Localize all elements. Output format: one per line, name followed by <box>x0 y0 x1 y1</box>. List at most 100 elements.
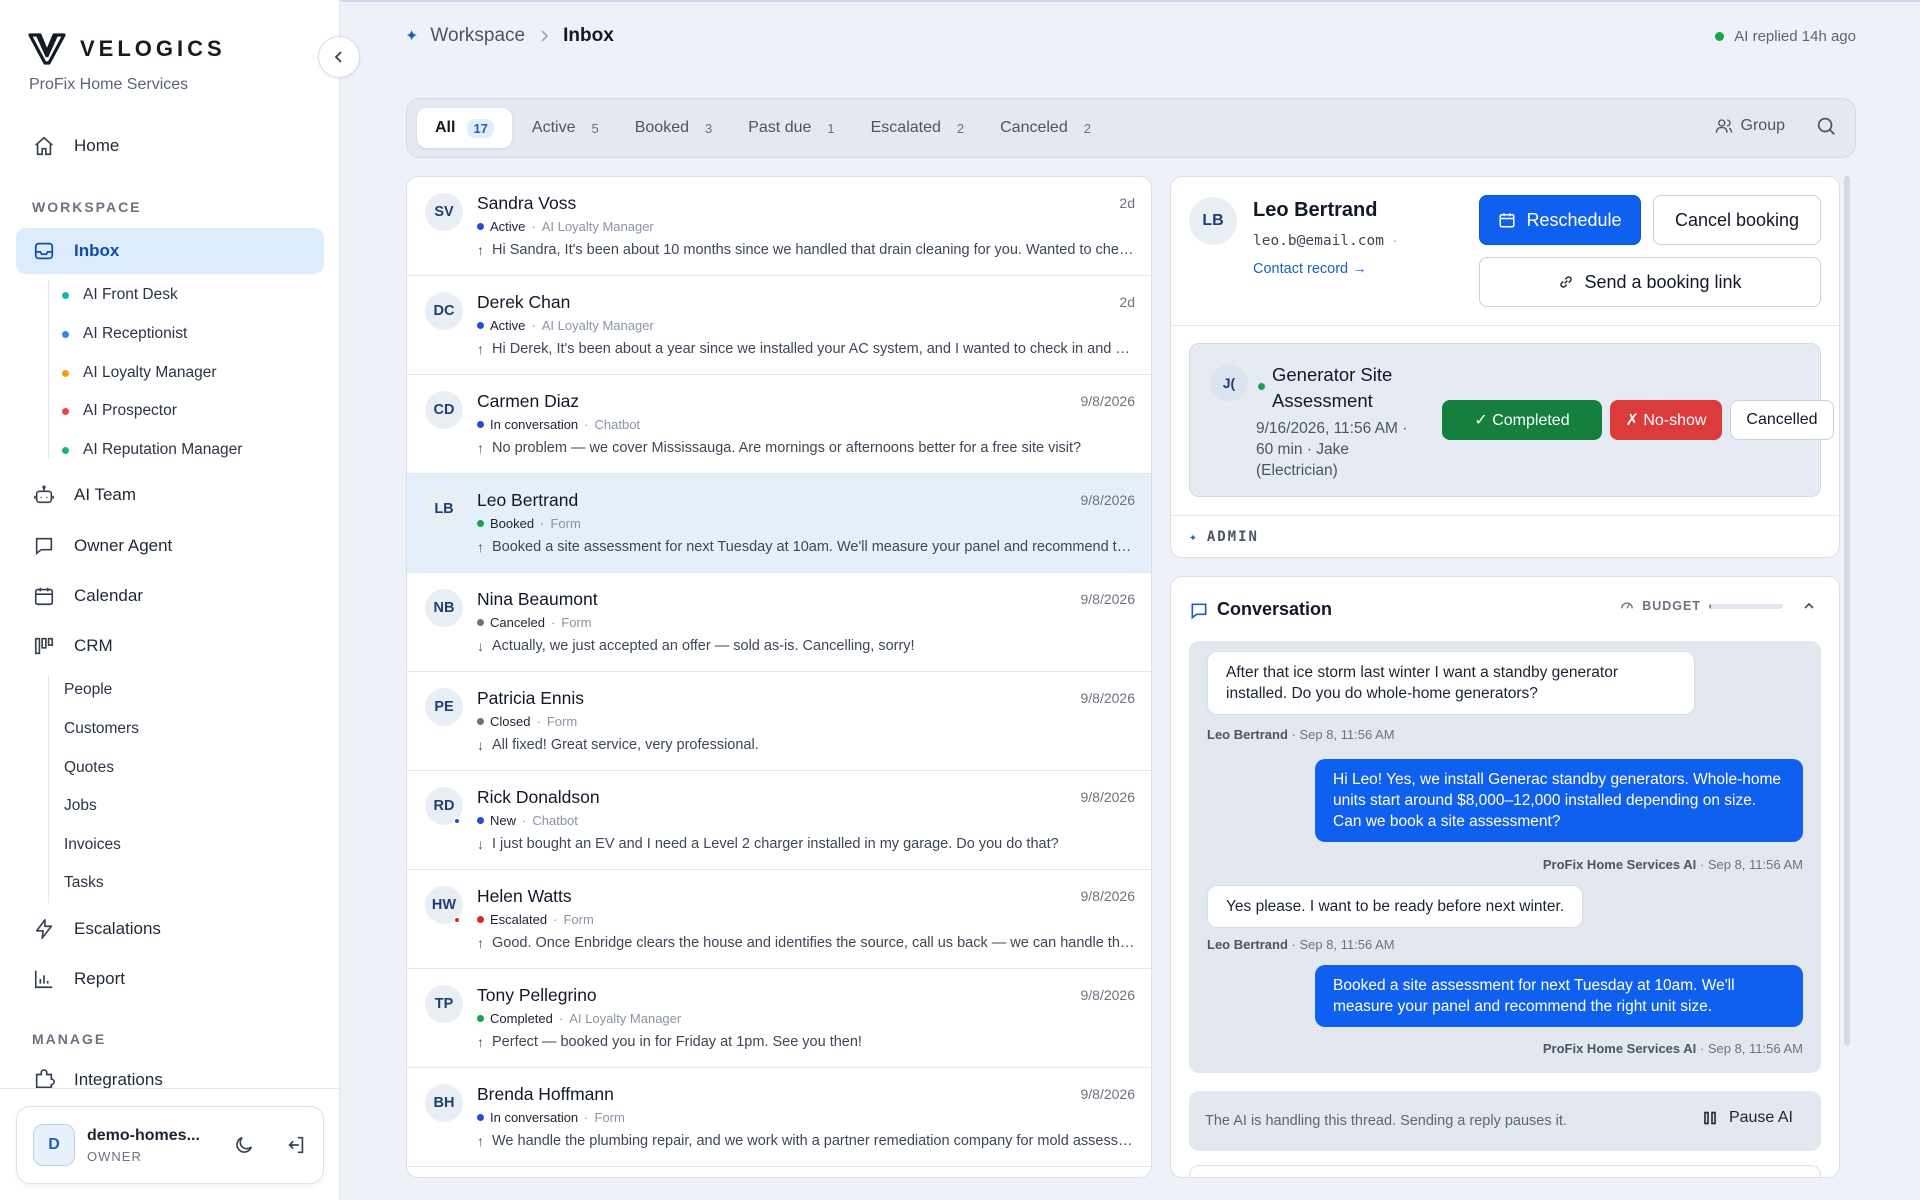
conversation-panel: Conversation BUDGET After that ice storm… <box>1170 576 1840 1178</box>
velogics-logo-icon <box>28 33 66 65</box>
message-preview: ↑ Good. Once Enbridge clears the house an… <box>477 935 1135 951</box>
avatar-initials: NB <box>433 600 455 616</box>
detail-scrollbar[interactable] <box>1844 176 1850 1046</box>
source-label: Chatbot <box>532 813 578 828</box>
sidebar-item-tasks[interactable]: Tasks <box>64 874 104 892</box>
status-dot <box>477 619 484 626</box>
sidebar-item-ai-reputation-manager[interactable]: AI Reputation Manager <box>62 441 242 459</box>
sidebar-item-customers[interactable]: Customers <box>64 720 139 738</box>
message-preview: ↑ No problem — we cover Mississauga. Are … <box>477 440 1135 456</box>
contact-avatar: PE <box>425 688 463 726</box>
sidebar-item-people[interactable]: People <box>64 681 112 699</box>
nav-owner-agent[interactable]: Owner Agent <box>16 523 324 569</box>
sidebar-item-quotes[interactable]: Quotes <box>64 759 114 777</box>
contact-record-link[interactable]: Contact record → <box>1253 261 1367 277</box>
reply-composer[interactable] <box>1189 1165 1821 1177</box>
sidebar-item-ai-front-desk[interactable]: AI Front Desk <box>62 286 178 304</box>
source-label: Form <box>594 1110 625 1125</box>
no-show-button[interactable]: ✗ No-show <box>1610 400 1722 440</box>
source-label: Chatbot <box>594 417 641 432</box>
conversation-row[interactable]: LB Leo Bertrand 9/8/2026 Booked · Form ↑ Booked… <box>407 474 1151 573</box>
nav-inbox[interactable]: Inbox <box>16 228 324 274</box>
contact-avatar: SV <box>425 193 463 231</box>
completed-button[interactable]: ✓ Completed <box>1442 400 1602 440</box>
chevron-up-icon[interactable] <box>1803 600 1815 612</box>
nav-crm[interactable]: CRM <box>16 623 324 669</box>
message-meta: ProFix Home Services AI · Sep 8, 11:56 A… <box>1543 1041 1803 1056</box>
contact-name: Sandra Voss <box>477 193 577 213</box>
avatar-status-dot <box>453 817 461 825</box>
pause-icon <box>1703 1111 1717 1125</box>
agent-dot <box>62 369 69 377</box>
conversation-row[interactable]: HW Helen Watts 9/8/2026 Escalated · Form ↑ Good… <box>407 870 1151 969</box>
brand-logo[interactable]: VELOGICS <box>28 32 226 66</box>
search-button[interactable] <box>1815 115 1837 137</box>
lightning-icon <box>32 917 56 941</box>
conversation-row[interactable]: RD Rick Donaldson 9/8/2026 New · Chatbot ↓ I ju… <box>407 771 1151 870</box>
conversation-row[interactable]: DC Derek Chan 2d Active · AI Loyalty Manager ↑… <box>407 276 1151 375</box>
tab-past-due[interactable]: Past due 1 <box>730 108 852 148</box>
conversation-date: 2d <box>1119 195 1135 211</box>
cancel-booking-button[interactable]: Cancel booking <box>1653 195 1821 245</box>
gauge-icon <box>1620 599 1634 613</box>
avatar-initials: TP <box>434 996 454 1012</box>
logout-icon[interactable] <box>285 1134 307 1156</box>
manage-section-label: MANAGE <box>32 1031 107 1047</box>
sidebar-item-ai-prospector[interactable]: AI Prospector <box>62 402 177 420</box>
conversation-date: 9/8/2026 <box>1080 987 1136 1003</box>
sidebar-item-invoices[interactable]: Invoices <box>64 836 121 854</box>
nav-report[interactable]: Report <box>16 956 324 1002</box>
user-card[interactable]: D demo-homes... OWNER <box>16 1106 324 1184</box>
collapse-sidebar-button[interactable] <box>318 36 360 78</box>
group-button[interactable]: Group <box>1715 117 1785 135</box>
tab-active[interactable]: Active 5 <box>514 108 617 148</box>
nav-calendar[interactable]: Calendar <box>16 573 324 619</box>
tab-label: Active <box>531 119 576 136</box>
tab-escalated[interactable]: Escalated 2 <box>853 108 983 148</box>
tab-booked[interactable]: Booked 3 <box>617 108 731 148</box>
user-role: OWNER <box>87 1148 142 1164</box>
source-label: AI Loyalty Manager <box>541 219 654 234</box>
message-time: · Sep 8, 11:56 AM <box>1696 857 1803 872</box>
source-label: Form <box>561 615 592 630</box>
nav-escalations[interactable]: Escalations <box>16 906 324 952</box>
sidebar-item-label: AI Prospector <box>83 402 177 419</box>
conversation-row[interactable]: PE Patricia Ennis 9/8/2026 Closed · Form ↓ All … <box>407 672 1151 771</box>
contact-name: Tony Pellegrino <box>477 985 597 1005</box>
status-label: In conversation <box>490 1110 579 1125</box>
message-preview: ↓ I just bought an EV and I need a Level … <box>477 836 1135 852</box>
message-time: · Sep 8, 11:56 AM <box>1287 727 1395 742</box>
reschedule-button[interactable]: Reschedule <box>1479 195 1641 245</box>
sidebar-item-jobs[interactable]: Jobs <box>64 797 97 815</box>
moon-icon[interactable] <box>233 1134 255 1156</box>
nav-home-label: Home <box>74 136 120 155</box>
workspace-section-label: WORKSPACE <box>32 199 142 215</box>
sidebar-item-label: AI Loyalty Manager <box>83 364 217 381</box>
nav-report-label: Report <box>74 969 126 988</box>
tab-label: Booked <box>634 119 689 136</box>
pause-ai-button[interactable]: Pause AI <box>1703 1109 1793 1127</box>
sidebar-item-ai-receptionist[interactable]: AI Receptionist <box>62 325 187 343</box>
avatar-initials: SV <box>434 204 454 220</box>
cancelled-button[interactable]: Cancelled <box>1730 400 1834 440</box>
nav-home[interactable]: Home <box>16 123 324 169</box>
sparkle-icon: ✦ <box>405 28 419 45</box>
nav-integrations[interactable]: Integrations <box>16 1060 324 1100</box>
send-booking-link-button[interactable]: Send a booking link <box>1479 257 1821 307</box>
avatar-initials: RD <box>433 798 455 814</box>
tab-all[interactable]: All 17 <box>417 108 512 148</box>
nav-crm-label: CRM <box>74 636 113 655</box>
conversation-row[interactable]: BH Brenda Hoffmann 9/8/2026 In conversation… <box>407 1068 1151 1167</box>
conversation-row[interactable]: CD Carmen Diaz 9/8/2026 In conversation · Cha… <box>407 375 1151 474</box>
tab-canceled[interactable]: Canceled 2 <box>982 108 1109 148</box>
sidebar-item-ai-loyalty-manager[interactable]: AI Loyalty Manager <box>62 364 217 382</box>
conversation-row[interactable]: TP Tony Pellegrino 9/8/2026 Completed · AI Lo… <box>407 969 1151 1068</box>
agent-dot <box>62 446 69 454</box>
conversation-meta: Completed · AI Loyalty Manager <box>477 1011 681 1026</box>
conversation-row[interactable]: NB Nina Beaumont 9/8/2026 Canceled · Form ↓ Act… <box>407 573 1151 672</box>
nav-ai-team[interactable]: AI Team <box>16 472 324 518</box>
conversation-row[interactable]: SV Sandra Voss 2d Active · AI Loyalty Manager… <box>407 177 1151 276</box>
budget-indicator[interactable]: BUDGET <box>1620 599 1815 613</box>
breadcrumb-parent[interactable]: Workspace <box>430 25 525 47</box>
admin-section-label[interactable]: ✦ ADMIN <box>1189 529 1259 545</box>
